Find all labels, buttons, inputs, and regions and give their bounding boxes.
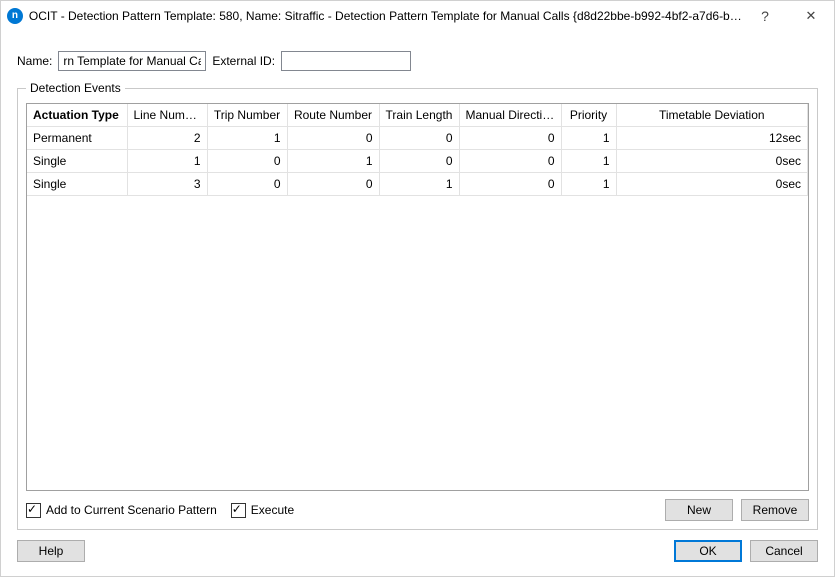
col-line-number[interactable]: Line Number [127,104,207,127]
detection-events-table: Actuation Type Line Number Trip Number R… [27,104,808,196]
cell-line-number[interactable]: 3 [127,173,207,196]
table-row[interactable]: Single3001010sec [27,173,808,196]
cell-train-length[interactable]: 1 [379,173,459,196]
checkbox-add-label: Add to Current Scenario Pattern [46,503,217,517]
app-icon: n [7,8,23,24]
cell-trip-number[interactable]: 1 [207,127,287,150]
checkbox-execute-label: Execute [251,503,294,517]
ok-button[interactable]: OK [674,540,742,562]
checkbox-execute-icon [231,503,246,518]
col-route-number[interactable]: Route Number [287,104,379,127]
cell-timetable-deviation[interactable]: 12sec [616,127,808,150]
form-row: Name: External ID: [17,51,818,71]
table-row[interactable]: Permanent21000112sec [27,127,808,150]
dialog-window: n OCIT - Detection Pattern Template: 580… [0,0,835,577]
fieldset-bottom-row: Add to Current Scenario Pattern Execute … [26,499,809,521]
cell-priority[interactable]: 1 [561,127,616,150]
col-priority[interactable]: Priority [561,104,616,127]
cell-trip-number[interactable]: 0 [207,173,287,196]
cancel-button[interactable]: Cancel [750,540,818,562]
cell-route-number[interactable]: 1 [287,150,379,173]
name-label: Name: [17,54,52,68]
name-input[interactable] [58,51,206,71]
col-train-length[interactable]: Train Length [379,104,459,127]
remove-button[interactable]: Remove [741,499,809,521]
cell-line-number[interactable]: 2 [127,127,207,150]
window-title: OCIT - Detection Pattern Template: 580, … [29,9,742,23]
new-button[interactable]: New [665,499,733,521]
cell-actuation-type[interactable]: Permanent [27,127,127,150]
cell-manual-direction[interactable]: 0 [459,173,561,196]
cell-manual-direction[interactable]: 0 [459,127,561,150]
cell-trip-number[interactable]: 0 [207,150,287,173]
table-header-row: Actuation Type Line Number Trip Number R… [27,104,808,127]
help-button[interactable]: Help [17,540,85,562]
close-button[interactable]: ✕ [788,1,834,31]
checkbox-add-icon [26,503,41,518]
checkbox-execute[interactable]: Execute [231,503,294,518]
external-id-label: External ID: [212,54,275,68]
cell-line-number[interactable]: 1 [127,150,207,173]
cell-timetable-deviation[interactable]: 0sec [616,150,808,173]
dialog-buttons-right: OK Cancel [674,540,818,562]
dialog-body: Name: External ID: Detection Events [1,31,834,576]
dialog-button-row: Help OK Cancel [17,540,818,562]
cell-priority[interactable]: 1 [561,150,616,173]
cell-train-length[interactable]: 0 [379,127,459,150]
cell-manual-direction[interactable]: 0 [459,150,561,173]
detection-events-fieldset: Detection Events Ac [17,81,818,530]
detection-events-table-wrap[interactable]: Actuation Type Line Number Trip Number R… [26,103,809,491]
cell-timetable-deviation[interactable]: 0sec [616,173,808,196]
col-actuation-type[interactable]: Actuation Type [27,104,127,127]
fieldset-buttons: New Remove [665,499,809,521]
context-help-button[interactable]: ? [742,1,788,31]
cell-route-number[interactable]: 0 [287,173,379,196]
cell-train-length[interactable]: 0 [379,150,459,173]
col-trip-number[interactable]: Trip Number [207,104,287,127]
detection-events-legend: Detection Events [26,81,125,95]
table-row[interactable]: Single1010010sec [27,150,808,173]
col-timetable-deviation[interactable]: Timetable Deviation [616,104,808,127]
col-manual-direction[interactable]: Manual Direction [459,104,561,127]
window-buttons: ? ✕ [742,1,834,31]
cell-route-number[interactable]: 0 [287,127,379,150]
checkbox-add-to-scenario[interactable]: Add to Current Scenario Pattern [26,503,217,518]
titlebar: n OCIT - Detection Pattern Template: 580… [1,1,834,31]
cell-actuation-type[interactable]: Single [27,150,127,173]
cell-actuation-type[interactable]: Single [27,173,127,196]
external-id-input[interactable] [281,51,411,71]
cell-priority[interactable]: 1 [561,173,616,196]
